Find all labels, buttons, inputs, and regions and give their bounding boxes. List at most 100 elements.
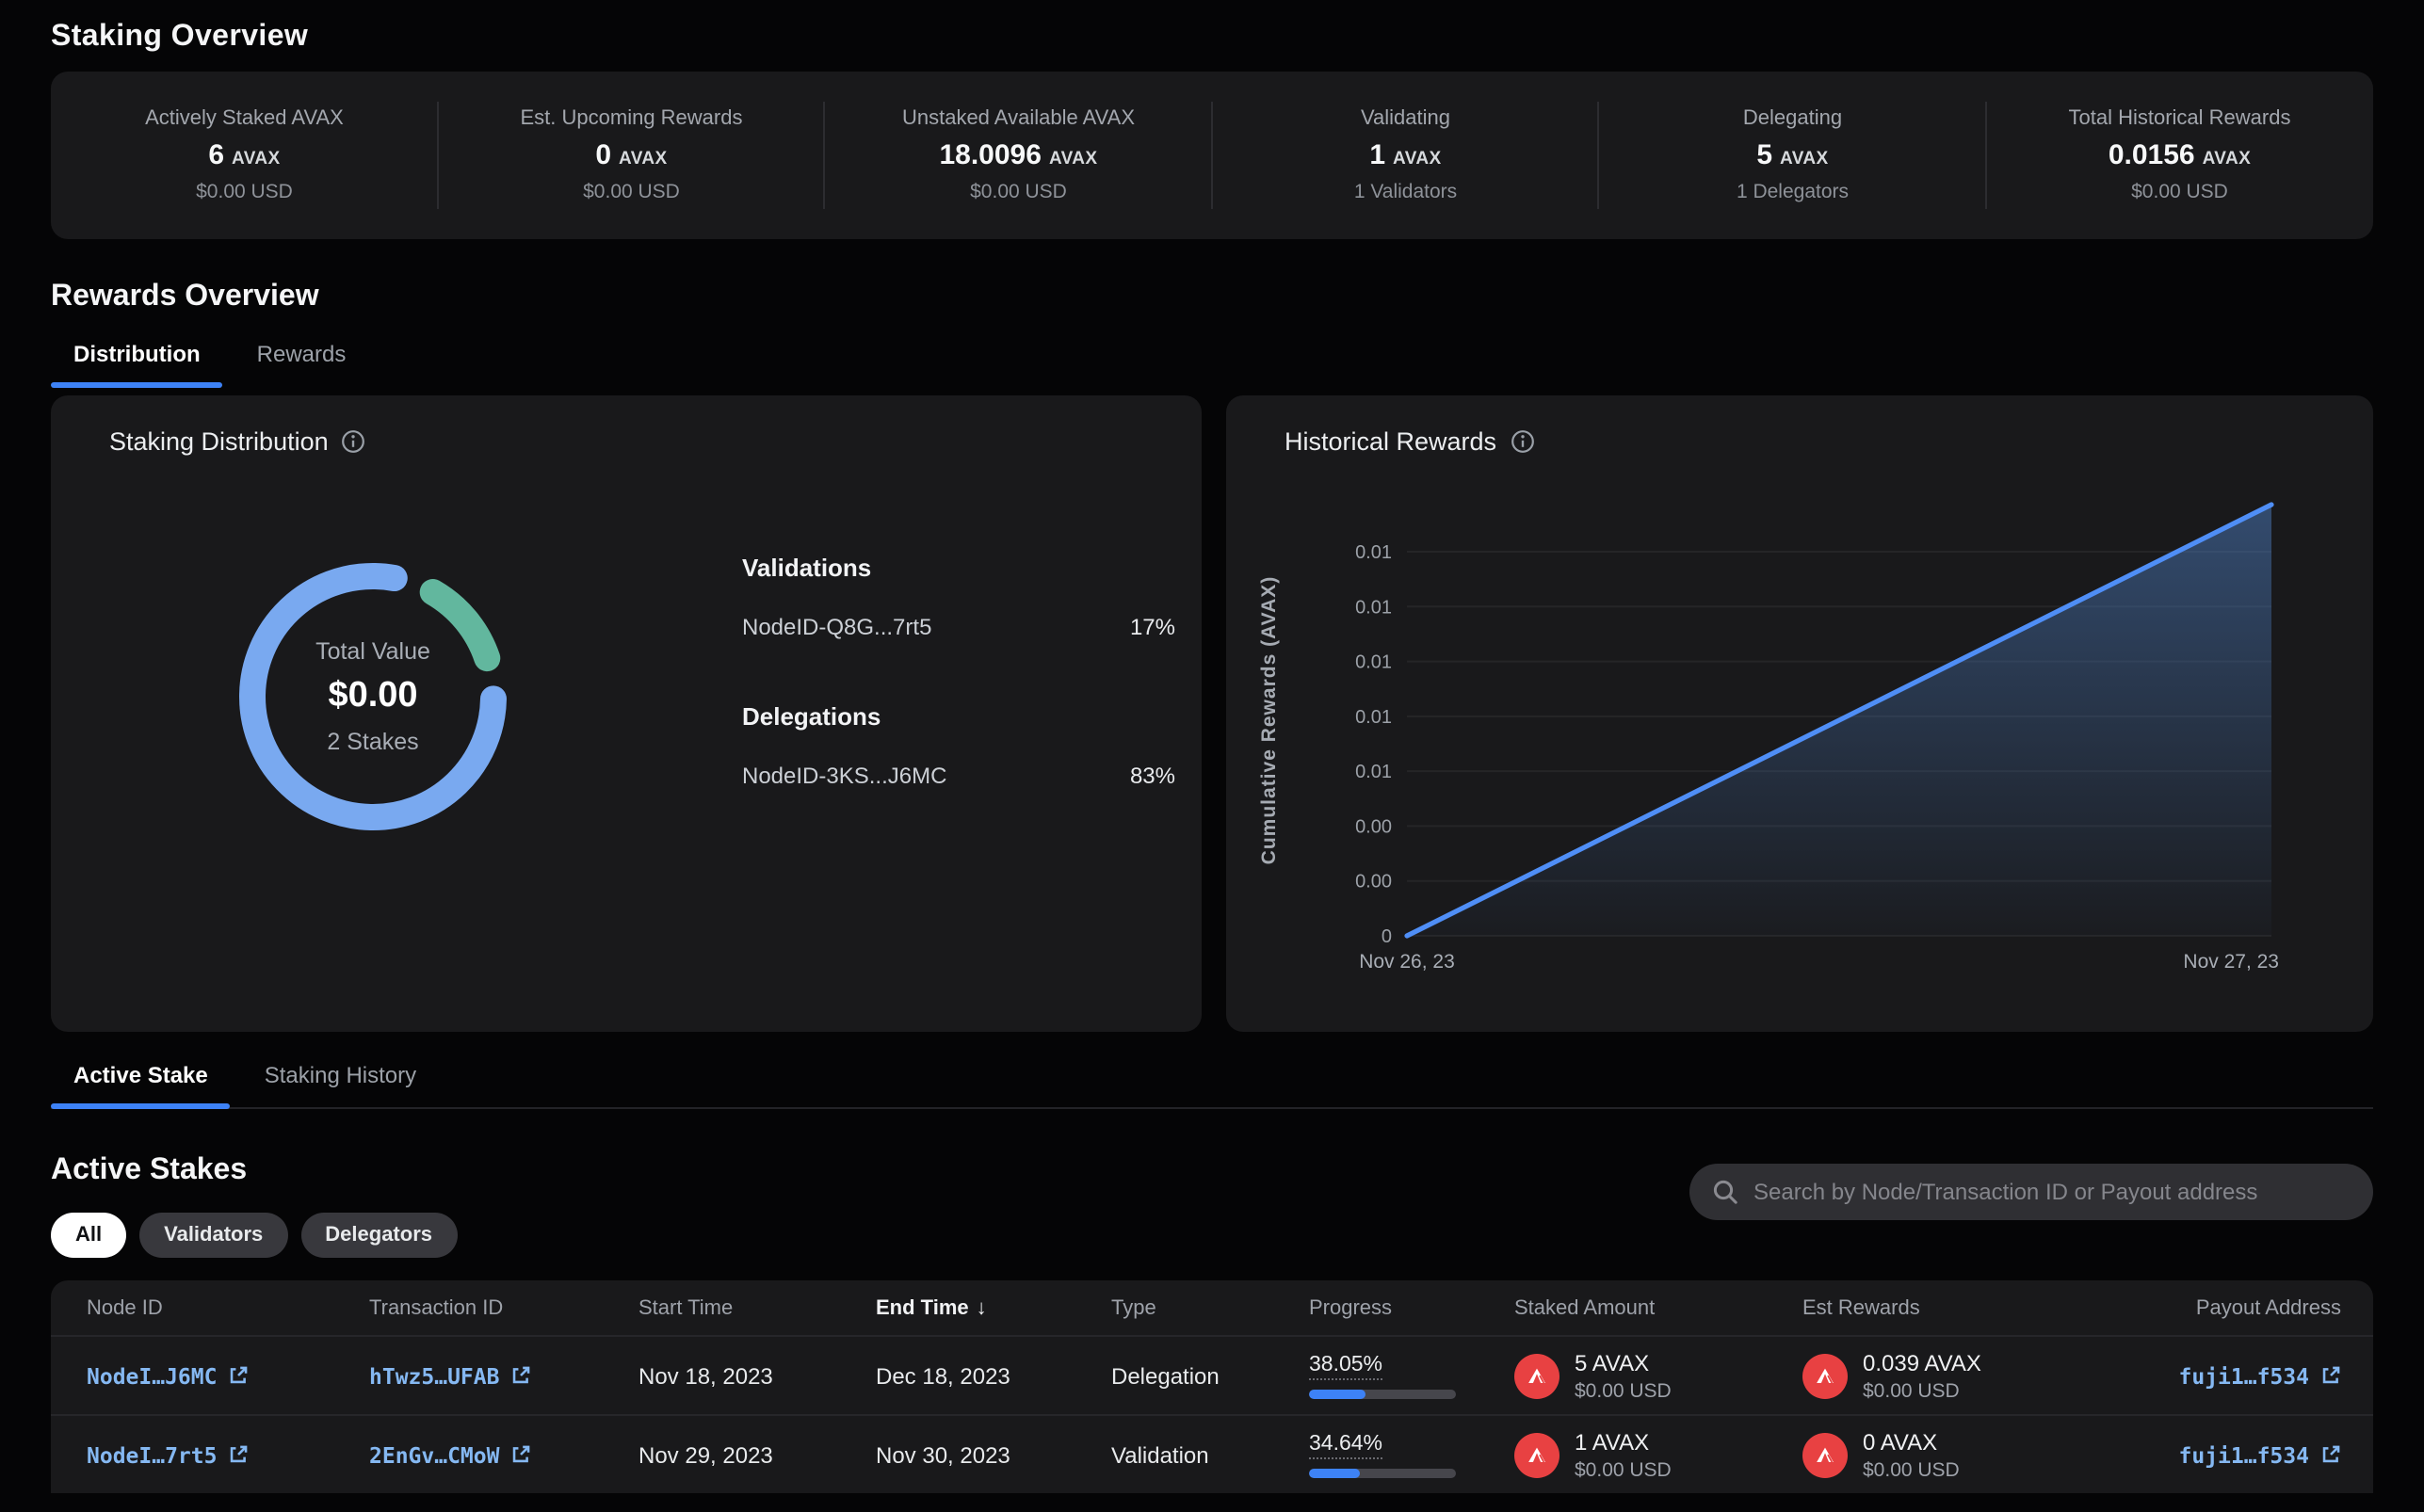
stat-label: Est. Upcoming Rewards (521, 107, 743, 130)
avax-logo-icon (1802, 1353, 1848, 1398)
legend-pct: 17% (1130, 614, 1175, 640)
est-rewards-cell: 0 AVAX $0.00 USD (1802, 1428, 2128, 1481)
avax-logo-icon (1802, 1432, 1848, 1477)
donut-center-value: $0.00 (328, 676, 417, 717)
col-start-time[interactable]: Start Time (638, 1296, 876, 1319)
stat-label: Actively Staked AVAX (145, 107, 344, 130)
filter-all[interactable]: All (51, 1213, 126, 1258)
legend-validations-title: Validations (742, 554, 1175, 582)
col-transaction-id[interactable]: Transaction ID (369, 1296, 638, 1319)
progress-bar (1309, 1468, 1456, 1477)
external-link-icon (229, 1444, 250, 1465)
svg-text:0: 0 (1382, 926, 1392, 947)
est-rewards-cell: 0.039 AVAX $0.00 USD (1802, 1349, 2128, 1402)
progress-label: 34.64% (1309, 1432, 1382, 1458)
progress-cell: 34.64% (1309, 1432, 1514, 1477)
col-progress[interactable]: Progress (1309, 1296, 1514, 1319)
stat-value: 0AVAX (595, 139, 667, 171)
stat-label: Total Historical Rewards (2069, 107, 2291, 130)
node-id-link[interactable]: NodeI…J6MC (87, 1362, 250, 1389)
external-link-icon (511, 1365, 532, 1386)
external-link-icon (229, 1365, 250, 1386)
stat-upcoming-rewards: Est. Upcoming Rewards 0AVAX $0.00 USD (438, 72, 825, 239)
stake-type: Delegation (1111, 1362, 1309, 1389)
info-icon[interactable] (342, 429, 366, 454)
search-input[interactable] (1753, 1179, 2351, 1205)
stat-total-historical-rewards: Total Historical Rewards 0.0156AVAX $0.0… (1986, 72, 2373, 239)
table-header: Node ID Transaction ID Start Time End Ti… (51, 1280, 2373, 1335)
svg-text:0.01: 0.01 (1355, 597, 1392, 618)
historical-rewards-title: Historical Rewards (1285, 427, 1496, 456)
stat-sub: $0.00 USD (2131, 181, 2228, 203)
col-payout-address[interactable]: Payout Address (2128, 1296, 2341, 1319)
col-staked-amount[interactable]: Staked Amount (1514, 1296, 1802, 1319)
staking-distribution-card: Staking Distribution Total Value $0.00 2… (51, 395, 1202, 1032)
node-id-link[interactable]: NodeI…7rt5 (87, 1441, 250, 1468)
start-time: Nov 29, 2023 (638, 1441, 876, 1468)
tab-distribution[interactable]: Distribution (51, 341, 223, 386)
staking-overview-stats: Actively Staked AVAX 6AVAX $0.00 USD Est… (51, 72, 2373, 239)
end-time: Nov 30, 2023 (876, 1441, 1111, 1468)
info-icon[interactable] (1510, 429, 1534, 454)
search-box[interactable] (1689, 1164, 2373, 1220)
payout-address-link[interactable]: fuji1…f534 (2179, 1441, 2342, 1468)
stat-delegating: Delegating 5AVAX 1 Delegators (1599, 72, 1986, 239)
active-stakes-table: Node ID Transaction ID Start Time End Ti… (51, 1280, 2373, 1493)
payout-address-link[interactable]: fuji1…f534 (2179, 1362, 2342, 1389)
col-end-time[interactable]: End Time↓ (876, 1296, 1111, 1319)
stat-value: 6AVAX (208, 139, 280, 171)
stat-value: 0.0156AVAX (2109, 139, 2251, 171)
staked-amount-cell: 5 AVAX $0.00 USD (1514, 1349, 1802, 1402)
rewards-cards-row: Staking Distribution Total Value $0.00 2… (51, 395, 2373, 1032)
stat-value: 5AVAX (1756, 139, 1828, 171)
historical-rewards-card: Historical Rewards 00.000.000.010.010.01… (1226, 395, 2373, 1032)
stat-sub: $0.00 USD (970, 181, 1067, 203)
stat-sub: $0.00 USD (583, 181, 680, 203)
donut-center-label: Total Value (315, 638, 430, 665)
progress-label: 38.05% (1309, 1353, 1382, 1379)
donut-legend: Validations NodeID-Q8G...7rt5 17% Delega… (742, 554, 1175, 789)
legend-pct: 83% (1130, 763, 1175, 789)
stakes-tabs: Active Stake Staking History (51, 1062, 2373, 1109)
transaction-id-link[interactable]: 2EnGv…CMoW (369, 1441, 532, 1468)
end-time: Dec 18, 2023 (876, 1362, 1111, 1389)
stat-sub: 1 Delegators (1737, 181, 1849, 203)
historical-rewards-chart: 00.000.000.010.010.010.010.01Cumulative … (1252, 493, 2279, 987)
filter-delegators[interactable]: Delegators (300, 1213, 457, 1258)
svg-text:0.01: 0.01 (1355, 542, 1392, 563)
page-title: Staking Overview (51, 0, 2373, 55)
stat-validating: Validating 1AVAX 1 Validators (1212, 72, 1599, 239)
col-node-id[interactable]: Node ID (87, 1296, 369, 1319)
filter-validators[interactable]: Validators (139, 1213, 287, 1258)
sort-desc-icon: ↓ (977, 1296, 987, 1319)
search-icon (1712, 1179, 1738, 1205)
svg-text:Nov 27, 23: Nov 27, 23 (2183, 951, 2279, 973)
stake-type: Validation (1111, 1441, 1309, 1468)
tab-rewards[interactable]: Rewards (234, 341, 369, 386)
staking-distribution-title: Staking Distribution (109, 427, 329, 456)
svg-text:0.00: 0.00 (1355, 872, 1392, 893)
external-link-icon (511, 1444, 532, 1465)
svg-text:0.01: 0.01 (1355, 762, 1392, 782)
col-type[interactable]: Type (1111, 1296, 1309, 1319)
progress-cell: 38.05% (1309, 1353, 1514, 1398)
transaction-id-link[interactable]: hTwz5…UFAB (369, 1362, 532, 1389)
donut-center-sub: 2 Stakes (327, 729, 418, 755)
external-link-icon (2320, 1444, 2341, 1465)
rewards-overview-title: Rewards Overview (51, 281, 2373, 314)
staking-dashboard: Staking Overview Actively Staked AVAX 6A… (0, 0, 2424, 1512)
stat-label: Unstaked Available AVAX (902, 107, 1135, 130)
active-stakes-header: Active Stakes All Validators Delegators (51, 1154, 2373, 1258)
progress-bar (1309, 1389, 1456, 1398)
staking-distribution-donut: Total Value $0.00 2 Stakes (222, 546, 524, 847)
avax-logo-icon (1514, 1432, 1559, 1477)
stat-sub: $0.00 USD (196, 181, 293, 203)
legend-node-id: NodeID-3KS...J6MC (742, 763, 946, 789)
start-time: Nov 18, 2023 (638, 1362, 876, 1389)
stat-label: Delegating (1743, 107, 1842, 130)
svg-text:0.01: 0.01 (1355, 652, 1392, 673)
tab-staking-history[interactable]: Staking History (242, 1062, 439, 1107)
tab-active-stake[interactable]: Active Stake (51, 1062, 231, 1107)
legend-item: NodeID-3KS...J6MC 83% (742, 763, 1175, 789)
col-est-rewards[interactable]: Est Rewards (1802, 1296, 2128, 1319)
